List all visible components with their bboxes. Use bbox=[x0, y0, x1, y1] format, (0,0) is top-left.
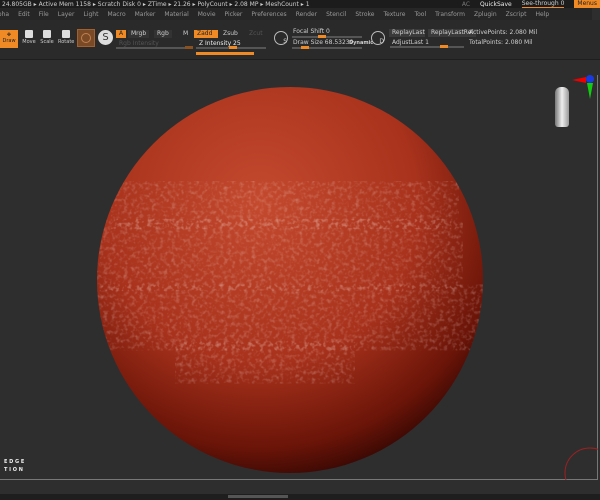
x-axis-icon bbox=[572, 77, 586, 83]
status-bar: 24.805GB ▸ Active Mem 1158 ▸ Scratch Dis… bbox=[0, 0, 600, 8]
viewport-canvas[interactable]: E D G E T I O N bbox=[0, 75, 600, 499]
menu-transform[interactable]: Transform bbox=[435, 11, 465, 18]
rotate-button[interactable]: Rotate bbox=[58, 30, 74, 48]
material-button[interactable] bbox=[77, 29, 95, 47]
menu-zplugin[interactable]: Zplugin bbox=[474, 11, 497, 18]
menu-tool[interactable]: Tool bbox=[414, 11, 426, 18]
rotate-icon bbox=[62, 30, 70, 38]
scale-label: Scale bbox=[40, 39, 54, 45]
menu-help[interactable]: Help bbox=[535, 11, 549, 18]
menu-texture[interactable]: Texture bbox=[383, 11, 405, 18]
rotate-label: Rotate bbox=[58, 39, 75, 45]
z-intensity-knob[interactable] bbox=[229, 46, 237, 49]
replay-last-button[interactable]: ReplayLast bbox=[389, 29, 425, 37]
stroke-icon: S bbox=[102, 32, 109, 43]
rgb-intensity-knob[interactable] bbox=[185, 46, 193, 49]
menu-alpha[interactable]: Alpha bbox=[0, 11, 9, 18]
scale-icon bbox=[43, 30, 51, 38]
see-through-slider[interactable]: See-through 0 bbox=[521, 0, 565, 8]
brush-cursor-icon bbox=[564, 447, 600, 499]
zsub-toggle[interactable]: Zsub bbox=[220, 30, 241, 38]
lazy-mouse-s-icon[interactable]: S bbox=[274, 31, 288, 45]
draw-size-track[interactable] bbox=[292, 46, 362, 49]
move-label: Move bbox=[22, 39, 36, 45]
focal-shift-knob[interactable] bbox=[318, 35, 326, 38]
menu-render[interactable]: Render bbox=[296, 11, 317, 18]
draw-label: Draw bbox=[2, 38, 16, 44]
focal-shift-track[interactable] bbox=[292, 35, 362, 38]
scale-button[interactable]: Scale bbox=[39, 30, 55, 48]
rgb-toggle[interactable]: Rgb bbox=[154, 30, 172, 38]
move-icon bbox=[25, 30, 33, 38]
menu-movie[interactable]: Movie bbox=[198, 11, 216, 18]
toolbar: ✥ Draw Move Scale Rotate S A Mrgb Rgb M R… bbox=[0, 20, 600, 60]
ac-label: AC bbox=[461, 0, 471, 8]
menu-light[interactable]: Light bbox=[83, 11, 98, 18]
menu-file[interactable]: File bbox=[39, 11, 49, 18]
tray-toggle-handle[interactable] bbox=[228, 495, 288, 498]
quicksave-button[interactable]: QuickSave bbox=[480, 1, 512, 8]
menu-macro[interactable]: Macro bbox=[107, 11, 125, 18]
menu-zscript[interactable]: Zscript bbox=[506, 11, 527, 18]
zcut-toggle[interactable]: Zcut bbox=[246, 30, 266, 38]
rgb-intensity-track[interactable] bbox=[116, 46, 193, 49]
menu-picker[interactable]: Picker bbox=[225, 11, 243, 18]
navigation-head-icon[interactable] bbox=[548, 87, 576, 135]
z-intensity-bar bbox=[196, 52, 254, 55]
d-icon[interactable]: D bbox=[371, 31, 385, 45]
d-label: D bbox=[379, 38, 384, 45]
menu-marker[interactable]: Marker bbox=[135, 11, 156, 18]
menu-stroke[interactable]: Stroke bbox=[355, 11, 374, 18]
move-button[interactable]: Move bbox=[21, 30, 37, 48]
menu-edit[interactable]: Edit bbox=[18, 11, 30, 18]
menus-button[interactable]: Menus bbox=[574, 0, 600, 8]
active-points: ActivePoints: 2.080 Mil bbox=[469, 29, 538, 36]
z-intensity-track[interactable] bbox=[196, 46, 266, 49]
mrgb-toggle[interactable]: Mrgb bbox=[128, 30, 150, 38]
menu-material[interactable]: Material bbox=[164, 11, 188, 18]
material-icon bbox=[81, 33, 91, 43]
label-line2: T I O N bbox=[4, 467, 23, 473]
a-toggle[interactable]: A bbox=[116, 30, 127, 38]
total-points: TotalPoints: 2.080 Mil bbox=[469, 39, 533, 46]
status-text: 24.805GB ▸ Active Mem 1158 ▸ Scratch Dis… bbox=[2, 0, 310, 8]
menu-bar: Alpha Edit File Layer Light Macro Marker Materi… bbox=[0, 8, 592, 20]
bottom-tray bbox=[0, 494, 600, 500]
focal-shift-slider[interactable]: Focal Shift 0 bbox=[290, 28, 333, 36]
draw-size-knob[interactable] bbox=[301, 46, 309, 49]
menu-preferences[interactable]: Preferences bbox=[251, 11, 286, 18]
draw-button[interactable]: ✥ Draw bbox=[0, 30, 18, 48]
menu-stencil[interactable]: Stencil bbox=[326, 11, 346, 18]
sculpt-sphere bbox=[97, 87, 600, 499]
adjust-last-knob[interactable] bbox=[440, 45, 448, 48]
menu-layer[interactable]: Layer bbox=[58, 11, 75, 18]
y-axis-icon bbox=[586, 75, 594, 83]
s-label: S bbox=[283, 38, 287, 45]
label-line1: E D G E bbox=[4, 459, 25, 465]
stroke-button[interactable]: S bbox=[98, 30, 113, 45]
z-axis-icon bbox=[587, 83, 593, 99]
zadd-toggle[interactable]: Zadd bbox=[194, 30, 218, 38]
m-toggle[interactable]: M bbox=[180, 30, 191, 38]
adjust-last-track[interactable] bbox=[390, 45, 464, 48]
edge-label: E D G E T I O N bbox=[4, 458, 24, 474]
